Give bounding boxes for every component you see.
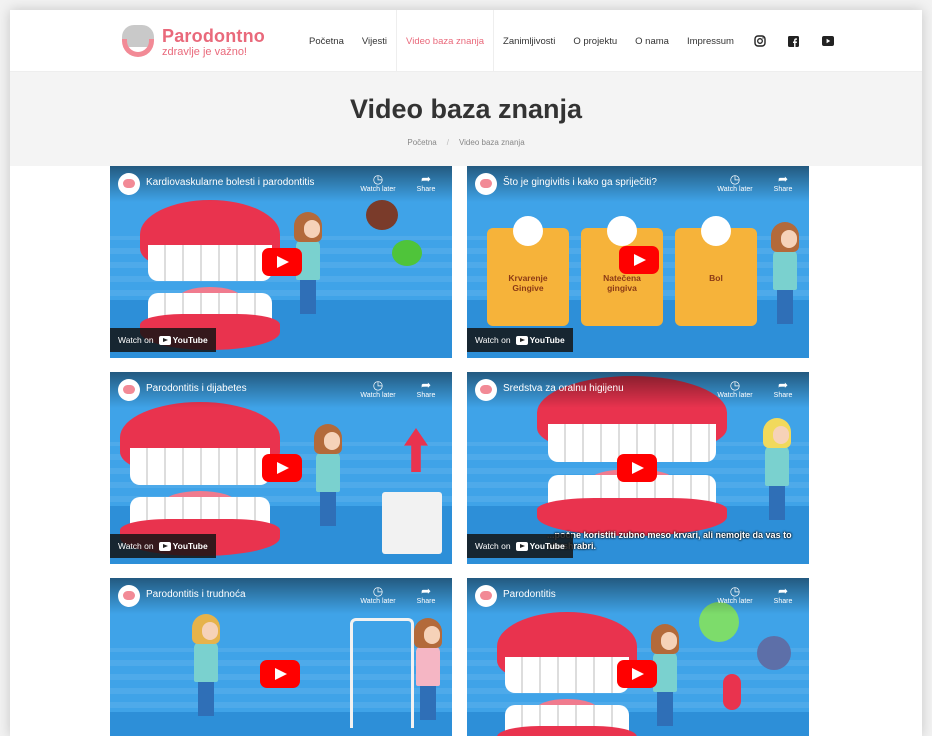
video-title[interactable]: Parodontitis i trudnoća: [146, 589, 246, 600]
watch-later-button[interactable]: ◷ Watch later: [715, 584, 755, 605]
bacteria-illustration: [757, 636, 791, 670]
symptom-card: Krvarenje Gingive: [487, 216, 569, 326]
youtube-icon: [158, 541, 171, 551]
share-button[interactable]: ➦ Share: [406, 378, 446, 399]
main-nav: Početna Vijesti Video baza znanja Zaniml…: [300, 10, 845, 72]
mouth-illustration: [120, 402, 280, 556]
play-button[interactable]: [260, 660, 300, 688]
breadcrumb-home[interactable]: Početna: [407, 138, 436, 147]
channel-avatar[interactable]: [118, 173, 140, 195]
channel-avatar[interactable]: [475, 173, 497, 195]
nav-video-baza-znanja[interactable]: Video baza znanja: [396, 10, 495, 72]
sugar-cubes-illustration: [382, 492, 442, 554]
clock-icon: ◷: [729, 378, 741, 392]
youtube-icon[interactable]: [811, 10, 845, 72]
watch-later-button[interactable]: ◷ Watch later: [358, 584, 398, 605]
video-embed[interactable]: Parodontitis i dijabetes ◷ Watch later ➦ S…: [110, 372, 452, 564]
nav-o-nama[interactable]: O nama: [626, 10, 678, 72]
browser-frame: Parodontno zdravlje je važno! Početna Vi…: [10, 10, 922, 736]
nav-o-projektu[interactable]: O projektu: [564, 10, 626, 72]
dentist-illustration: [755, 418, 799, 520]
clock-icon: ◷: [372, 584, 384, 598]
bacteria-illustration: [723, 674, 741, 710]
page-title: Video baza znanja: [349, 94, 583, 124]
nav-pocetna[interactable]: Početna: [300, 10, 353, 72]
nav-zanimljivosti[interactable]: Zanimljivosti: [494, 10, 564, 72]
share-button[interactable]: ➦ Share: [406, 172, 446, 193]
crib-illustration: [350, 618, 414, 728]
nav-impressum[interactable]: Impressum: [678, 10, 743, 72]
clock-icon: ◷: [372, 172, 384, 186]
share-icon: ➦: [777, 172, 789, 186]
logo-subtitle: zdravlje je važno!: [162, 45, 247, 58]
breadcrumb-current: Video baza znanja: [458, 138, 525, 147]
dentist-illustration: [767, 222, 803, 324]
facebook-icon[interactable]: [777, 10, 811, 72]
instagram-icon[interactable]: [743, 10, 777, 72]
share-button[interactable]: ➦ Share: [406, 584, 446, 605]
pregnant-woman-illustration: [410, 618, 446, 720]
symptom-card: Natečena gingiva: [581, 216, 663, 326]
tooth-logo-icon: [120, 25, 156, 59]
video-title[interactable]: Parodontitis: [503, 589, 556, 600]
dentist-illustration: [310, 424, 346, 526]
nav-vijesti[interactable]: Vijesti: [353, 10, 396, 72]
watch-later-button[interactable]: ◷ Watch later: [715, 378, 755, 399]
youtube-icon: [515, 541, 528, 551]
play-button[interactable]: [262, 248, 302, 276]
clock-icon: ◷: [729, 584, 741, 598]
bacteria-illustration: [392, 240, 422, 266]
share-icon: ➦: [777, 584, 789, 598]
breadcrumb: Početna / Video baza znanja: [407, 138, 525, 147]
play-button[interactable]: [617, 660, 657, 688]
share-button[interactable]: ➦ Share: [763, 172, 803, 193]
play-button[interactable]: [619, 246, 659, 274]
bacteria-illustration: [366, 200, 398, 230]
watch-on-youtube-button[interactable]: Watch on YouTube: [110, 534, 216, 558]
site-header: Parodontno zdravlje je važno! Početna Vi…: [10, 10, 922, 72]
video-embed[interactable]: Kardiovaskularne bolesti i parodontitis …: [110, 166, 452, 358]
channel-avatar[interactable]: [475, 585, 497, 607]
video-embed[interactable]: Krvarenje Gingive Natečena gingiva Bol Š…: [467, 166, 809, 358]
share-button[interactable]: ➦ Share: [763, 378, 803, 399]
symptom-card: Bol: [675, 216, 757, 326]
page-hero: Video baza znanja Početna / Video baza zna…: [10, 72, 922, 166]
video-embed[interactable]: Parodontitis i trudnoća ◷ Watch later ➦ Sh…: [110, 578, 452, 736]
watch-later-button[interactable]: ◷ Watch later: [715, 172, 755, 193]
dentist-illustration: [186, 614, 226, 716]
watch-on-youtube-button[interactable]: Watch on YouTube: [110, 328, 216, 352]
channel-avatar[interactable]: [118, 379, 140, 401]
video-embed[interactable]: Parodontitis ◷ Watch later ➦ Share: [467, 578, 809, 736]
video-subtitle-caption: ...počne koristiti zubno meso krvari, al…: [547, 530, 792, 551]
youtube-icon: [158, 335, 171, 345]
share-icon: ➦: [420, 172, 432, 186]
clock-icon: ◷: [372, 378, 384, 392]
logo-title: Parodontno: [162, 25, 265, 46]
video-title[interactable]: Što je gingivitis i kako ga spriječiti?: [503, 177, 657, 188]
watch-later-button[interactable]: ◷ Watch later: [358, 378, 398, 399]
play-button[interactable]: [262, 454, 302, 482]
share-icon: ➦: [420, 584, 432, 598]
watch-later-button[interactable]: ◷ Watch later: [358, 172, 398, 193]
share-icon: ➦: [777, 378, 789, 392]
video-title[interactable]: Parodontitis i dijabetes: [146, 383, 247, 394]
share-button[interactable]: ➦ Share: [763, 584, 803, 605]
channel-avatar[interactable]: [118, 585, 140, 607]
video-embed[interactable]: Sredstva za oralnu higijenu ◷ Watch later…: [467, 372, 809, 564]
mouth-illustration: [497, 612, 637, 736]
clock-icon: ◷: [729, 172, 741, 186]
youtube-icon: [515, 335, 528, 345]
play-button[interactable]: [617, 454, 657, 482]
video-title[interactable]: Sredstva za oralnu higijenu: [503, 383, 624, 394]
share-icon: ➦: [420, 378, 432, 392]
watch-on-youtube-button[interactable]: Watch on YouTube: [467, 328, 573, 352]
watch-on-youtube-button[interactable]: Watch on YouTube: [467, 534, 573, 558]
site-logo[interactable]: Parodontno zdravlje je važno!: [120, 22, 265, 62]
channel-avatar[interactable]: [475, 379, 497, 401]
video-title[interactable]: Kardiovaskularne bolesti i parodontitis: [146, 177, 314, 188]
